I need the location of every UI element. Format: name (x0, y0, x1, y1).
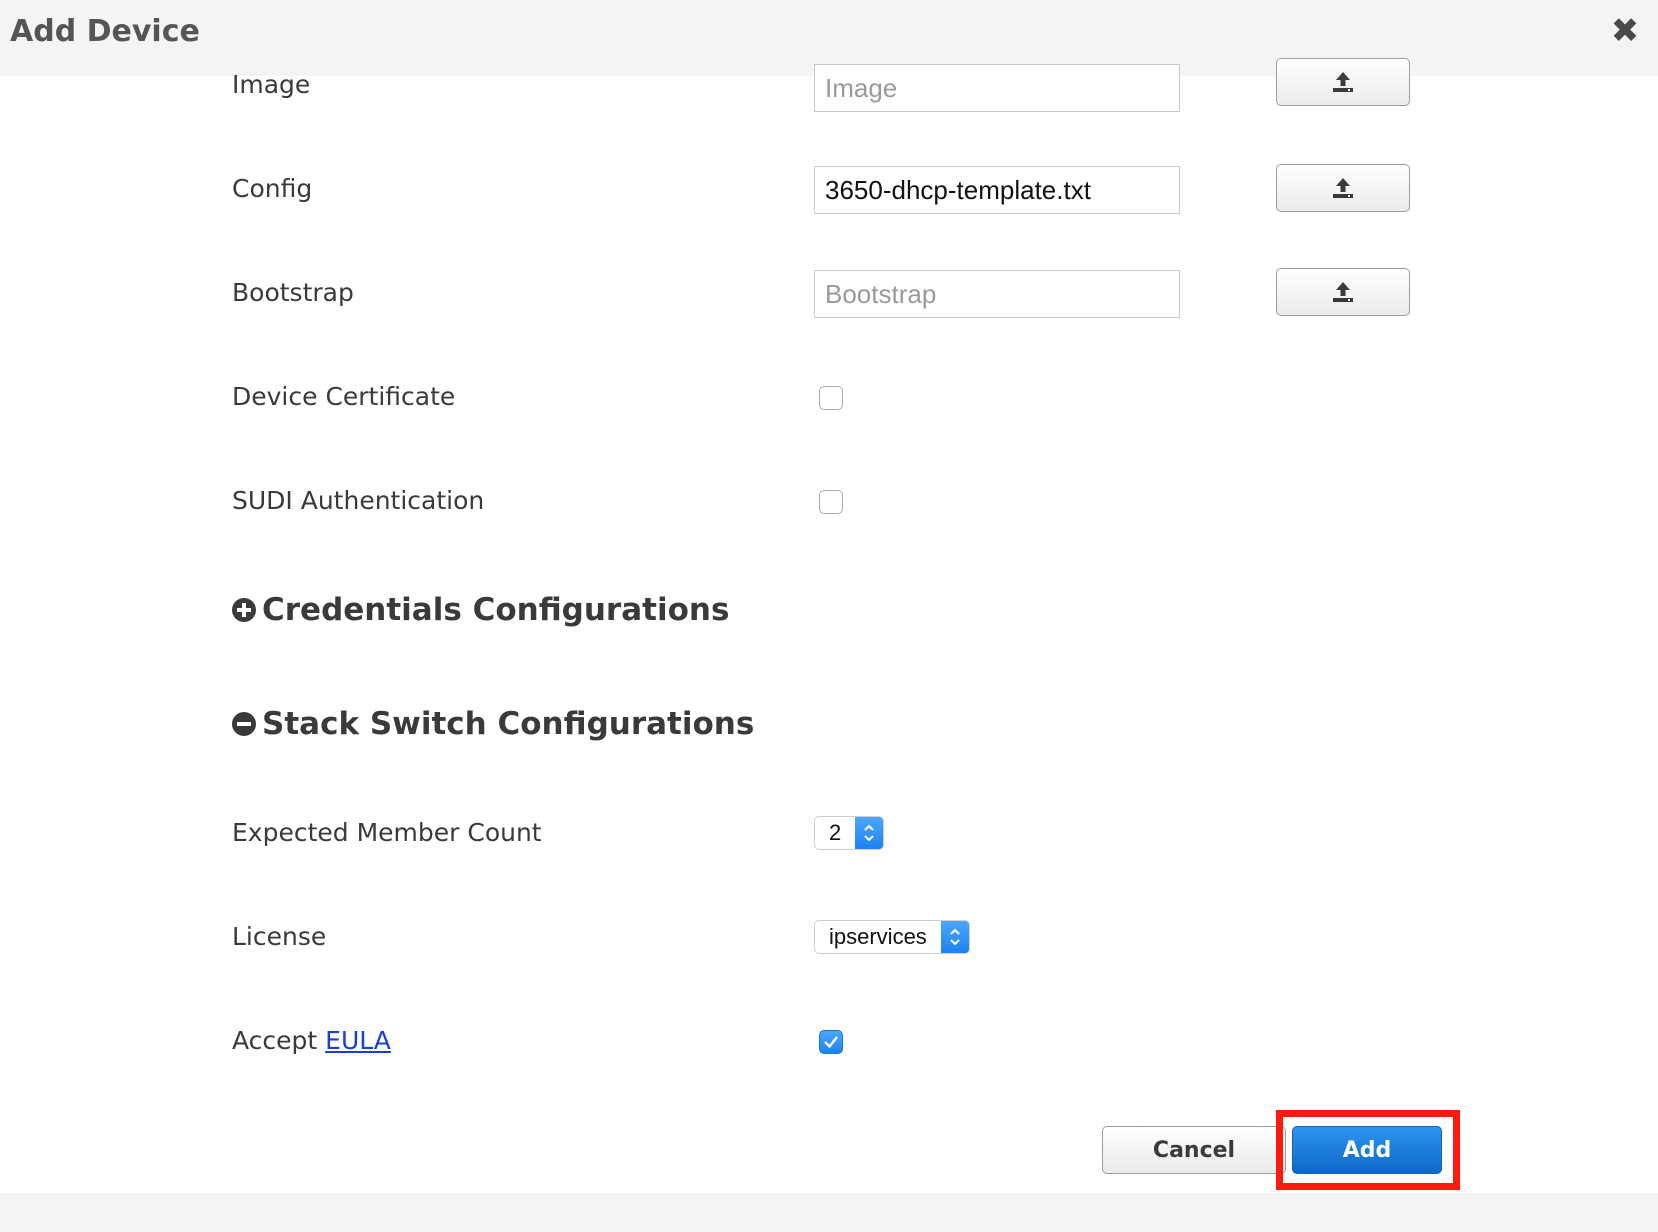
eula-link[interactable]: EULA (325, 1026, 391, 1055)
close-icon[interactable]: ✖ (1610, 14, 1640, 48)
license-label: License (232, 922, 327, 951)
upload-icon (1333, 72, 1353, 92)
dialog-title: Add Device (10, 14, 200, 49)
credentials-section-toggle[interactable]: Credentials Configurations (232, 592, 729, 628)
chevron-up-down-icon (864, 824, 874, 842)
license-value: ipservices (829, 924, 927, 949)
config-input[interactable] (814, 166, 1180, 214)
config-upload-button[interactable] (1276, 164, 1410, 212)
dialog-footer (0, 1193, 1658, 1232)
upload-icon (1333, 282, 1353, 302)
expected-member-count-stepper[interactable]: 2 (814, 816, 885, 850)
image-label: Image (232, 70, 311, 99)
minus-circle-icon (232, 712, 256, 736)
stack-switch-section-title: Stack Switch Configurations (262, 706, 755, 742)
device-certificate-checkbox[interactable] (819, 386, 843, 410)
accept-eula-label: Accept EULA (232, 1026, 391, 1055)
checkmark-icon (824, 1036, 838, 1049)
expected-member-count-label: Expected Member Count (232, 818, 542, 847)
add-button[interactable]: Add (1292, 1126, 1442, 1174)
image-input[interactable] (814, 64, 1180, 112)
sudi-authentication-checkbox[interactable] (819, 490, 843, 514)
bootstrap-upload-button[interactable] (1276, 268, 1410, 316)
credentials-section-title: Credentials Configurations (262, 592, 730, 628)
stepper-arrows-icon[interactable] (855, 817, 884, 849)
select-arrows-icon[interactable] (940, 921, 969, 953)
cancel-button[interactable]: Cancel (1102, 1126, 1286, 1174)
chevron-up-down-icon (950, 928, 960, 946)
upload-icon (1333, 178, 1353, 198)
config-label: Config (232, 174, 313, 203)
sudi-authentication-label: SUDI Authentication (232, 486, 485, 515)
license-select[interactable]: ipservices (814, 920, 970, 954)
accept-eula-checkbox[interactable] (819, 1030, 843, 1054)
stack-switch-section-toggle[interactable]: Stack Switch Configurations (232, 706, 754, 742)
accept-text: Accept (232, 1026, 318, 1055)
plus-circle-icon (232, 598, 256, 622)
bootstrap-input[interactable] (814, 270, 1180, 318)
bootstrap-label: Bootstrap (232, 278, 354, 307)
image-upload-button[interactable] (1276, 58, 1410, 106)
expected-member-count-value: 2 (829, 820, 842, 845)
device-certificate-label: Device Certificate (232, 382, 456, 411)
